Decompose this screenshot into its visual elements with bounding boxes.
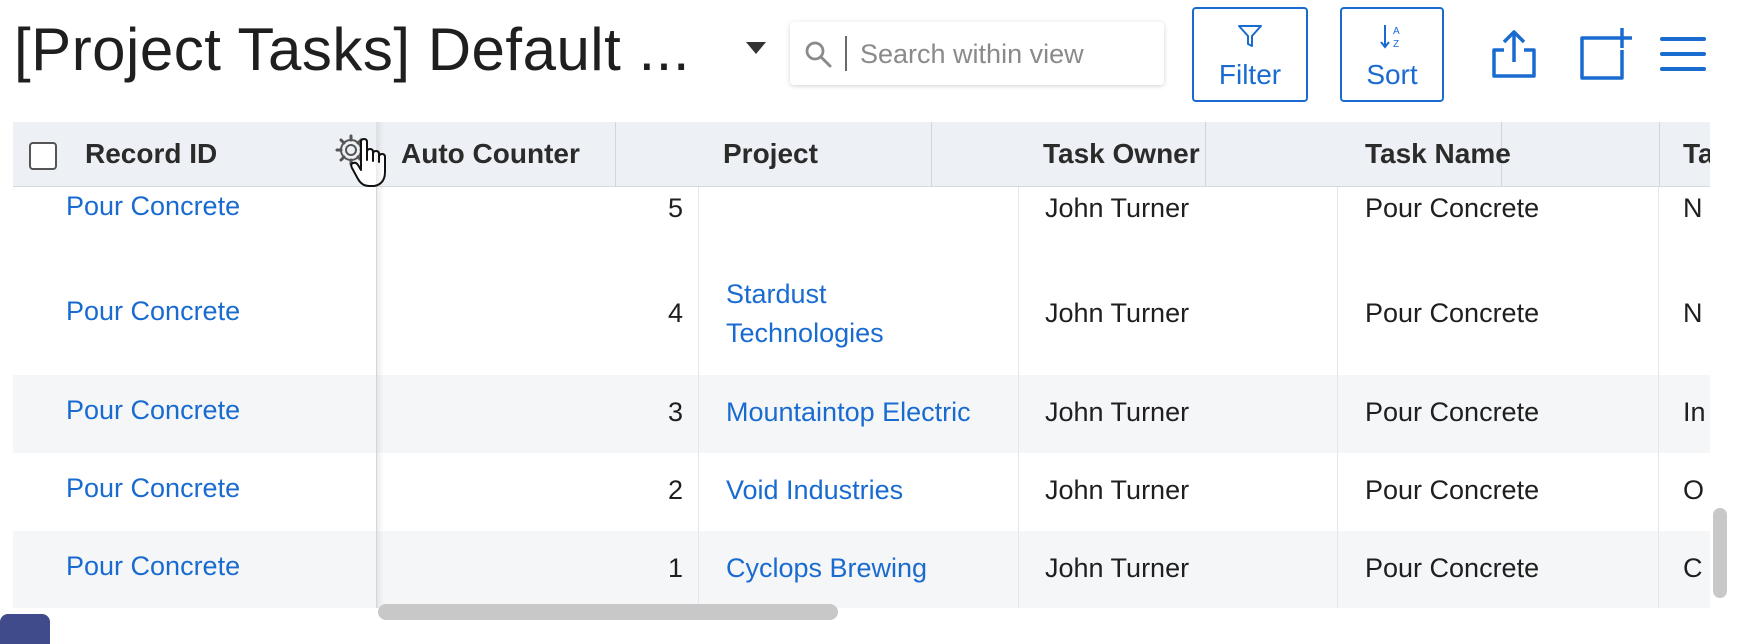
svg-text:A: A	[1393, 26, 1400, 37]
column-header-task-owner[interactable]: Task Owner	[1043, 122, 1200, 186]
chevron-down-icon[interactable]	[744, 40, 768, 56]
table-row: Pour Concrete 1 Cyclops Brewing John Tur…	[13, 531, 1710, 608]
project-link[interactable]: Cyclops Brewing	[726, 549, 927, 587]
auto-counter-cell: 4	[667, 298, 683, 328]
auto-counter-cell: 5	[667, 193, 683, 223]
task-name-cell: Pour Concrete	[1365, 553, 1540, 583]
frozen-column-shadow	[376, 122, 384, 608]
column-header-task-name[interactable]: Task Name	[1365, 122, 1511, 186]
record-id-link[interactable]: Pour Concrete	[66, 187, 240, 225]
filter-button[interactable]: Filter	[1192, 7, 1308, 102]
search-input[interactable]	[858, 30, 1152, 78]
record-id-link[interactable]: Pour Concrete	[66, 292, 240, 330]
header-row: Record ID Auto Counter Project Task Owne…	[13, 122, 1710, 187]
search-divider	[845, 36, 847, 71]
sort-button[interactable]: A Z Sort	[1340, 7, 1444, 102]
task-owner-cell: John Turner	[1045, 553, 1190, 583]
task-name-cell: Pour Concrete	[1365, 298, 1540, 328]
table-row: Pour Concrete 2 Void Industries John Tur…	[13, 453, 1710, 531]
column-header-record-id[interactable]: Record ID	[85, 122, 217, 186]
column-header-auto-counter[interactable]: Auto Counter	[401, 122, 580, 186]
funnel-icon	[1238, 25, 1262, 47]
add-record-icon[interactable]	[1578, 28, 1632, 82]
svg-text:Z: Z	[1393, 39, 1399, 50]
project-link-line2[interactable]: Technologies	[726, 314, 884, 352]
truncated-cell: In	[1683, 397, 1706, 427]
task-name-cell: Pour Concrete	[1365, 397, 1540, 427]
filter-button-label: Filter	[1218, 59, 1282, 90]
horizontal-scrollbar[interactable]	[378, 604, 838, 620]
project-link[interactable]: Stardust	[726, 275, 827, 313]
vertical-scrollbar[interactable]	[1713, 508, 1727, 598]
truncated-cell: N	[1683, 193, 1703, 223]
task-owner-cell: John Turner	[1045, 193, 1190, 223]
task-owner-cell: John Turner	[1045, 298, 1190, 328]
task-owner-cell: John Turner	[1045, 475, 1190, 505]
view-title: [Project Tasks] Default ...	[14, 16, 690, 83]
task-name-cell: Pour Concrete	[1365, 475, 1540, 505]
corner-badge[interactable]	[0, 614, 50, 644]
truncated-cell: O	[1683, 475, 1705, 505]
export-icon[interactable]	[1490, 28, 1538, 80]
column-header-truncated[interactable]: Ta	[1683, 122, 1710, 186]
project-link[interactable]: Void Industries	[726, 471, 903, 509]
table-row: Pour Concrete 3 Mountaintop Electric Joh…	[13, 375, 1710, 453]
select-all-checkbox[interactable]	[29, 142, 57, 170]
auto-counter-cell: 2	[667, 475, 683, 505]
sort-az-icon: A Z	[1380, 25, 1400, 50]
hamburger-menu-icon[interactable]	[1660, 34, 1706, 74]
auto-counter-cell: 1	[667, 553, 683, 583]
task-owner-cell: John Turner	[1045, 397, 1190, 427]
search-box[interactable]	[790, 22, 1164, 85]
record-id-link[interactable]: Pour Concrete	[66, 391, 240, 429]
auto-counter-cell: 3	[667, 397, 683, 427]
project-link[interactable]: Mountaintop Electric	[726, 393, 971, 431]
sort-button-label: Sort	[1366, 59, 1418, 90]
search-icon	[805, 41, 832, 68]
record-id-link[interactable]: Pour Concrete	[66, 469, 240, 507]
column-header-project[interactable]: Project	[723, 122, 818, 186]
hand-cursor-icon	[350, 138, 386, 187]
record-id-link[interactable]: Pour Concrete	[66, 547, 240, 585]
truncated-cell: C	[1683, 553, 1703, 583]
table-row: Pour Concrete 5 John Turner Pour Concret…	[13, 187, 1710, 260]
task-name-cell: Pour Concrete	[1365, 193, 1540, 223]
records-grid: Record ID Auto Counter Project Task Owne…	[13, 122, 1710, 608]
truncated-cell: N	[1683, 298, 1703, 328]
table-row: Pour Concrete 4 Stardust Technologies Jo…	[13, 260, 1710, 375]
